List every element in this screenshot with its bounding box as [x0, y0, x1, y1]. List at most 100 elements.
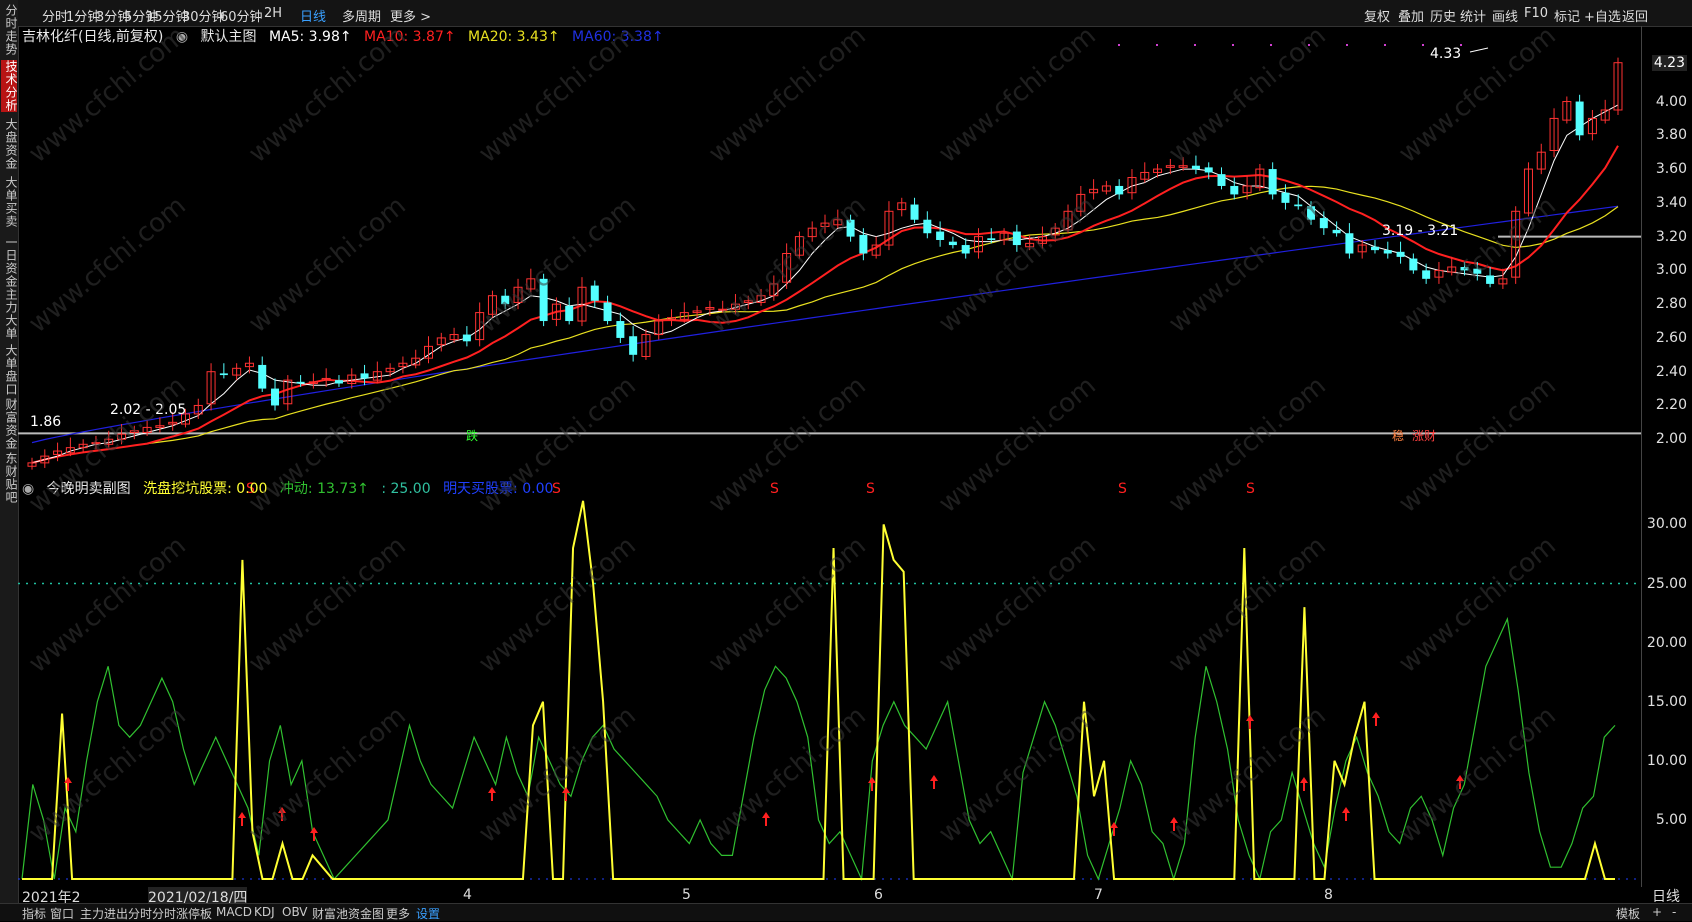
bottom-tab-0[interactable]: 指标: [22, 905, 46, 922]
candle-body: [616, 321, 625, 338]
period-0[interactable]: 分时: [42, 6, 68, 25]
candle-body: [1422, 270, 1431, 279]
ma20-value: MA20: 3.43↑: [468, 29, 560, 45]
chart-settings-icon[interactable]: ◉: [176, 29, 188, 45]
tool-1[interactable]: 叠加: [1398, 6, 1424, 25]
bottom-tab-4[interactable]: MACD: [216, 905, 252, 919]
buy-arrow: [1246, 715, 1254, 729]
bottom-right-2[interactable]: -: [1672, 905, 1676, 919]
xp-value: 洗盘挖坑股票: 0.00: [143, 481, 268, 497]
period-9[interactable]: 多周期: [342, 6, 381, 25]
signal-dot: [1384, 44, 1386, 46]
buy-arrow: [238, 812, 246, 826]
tool-3[interactable]: 统计: [1460, 6, 1486, 25]
buy-arrow: [1300, 777, 1308, 791]
left-tab-0[interactable]: 分时走势: [1, 4, 18, 56]
sub-title[interactable]: 今晚明卖副图: [47, 481, 131, 497]
x-label-5: 7: [1094, 887, 1103, 903]
bottom-tab-7[interactable]: 财富池资金图: [312, 905, 384, 922]
bottom-tab-1[interactable]: 窗口: [50, 905, 74, 922]
signal-dot: [1194, 44, 1196, 46]
tool-2[interactable]: 历史: [1430, 6, 1456, 25]
buy-arrow: [310, 827, 318, 841]
price-axis: 4.23 4.00 3.80 3.60 3.40 3.20 3.00 2.80 2.60 2.40…: [1641, 26, 1692, 887]
candle-body: [1332, 229, 1341, 234]
buy-arrow: [1170, 817, 1178, 831]
candle-body: [1486, 275, 1495, 284]
sell-marker: S: [866, 481, 875, 497]
period-7[interactable]: 2H: [264, 6, 282, 21]
tool-5[interactable]: F10: [1524, 6, 1548, 21]
impulse-line: [21, 616, 1616, 882]
indicator-chart[interactable]: SSSSSS: [18, 477, 1641, 887]
left-tab-8[interactable]: 东财贴吧: [1, 452, 18, 504]
x-label-3: 5: [682, 887, 691, 903]
bottom-tab-8[interactable]: 更多: [386, 905, 410, 922]
candle-body: [1191, 165, 1200, 170]
ma10-line: [31, 145, 1619, 464]
tool-8[interactable]: 返回: [1622, 6, 1648, 25]
tool-6[interactable]: 标记: [1554, 6, 1580, 25]
candle-body: [501, 295, 510, 305]
ma60-value: MA60: 3.38↑: [572, 29, 664, 45]
cd-value: 冲动: 13.73↑: [279, 481, 369, 497]
candle-body: [1204, 167, 1213, 173]
candle-body: [1115, 185, 1124, 195]
period-6[interactable]: 60分钟: [220, 6, 263, 25]
candle-body: [910, 204, 919, 220]
bottom-right-0[interactable]: 模板: [1616, 905, 1640, 922]
y-tick-main-4: 3.40: [1655, 194, 1687, 211]
signal-dot: [1308, 44, 1310, 46]
left-tab-6[interactable]: 大单盘口: [1, 344, 18, 396]
candle-body: [1319, 218, 1328, 229]
left-tab-4[interactable]: 一日资金: [1, 236, 18, 288]
period-8[interactable]: 日线: [300, 6, 326, 25]
indicator-tab-bar: 指标 窗口 主力进出分时 分时涨停板 MACD KDJ OBV 财富池资金图 更多 设置 模板 + -: [0, 903, 1692, 921]
bottom-tab-2[interactable]: 主力进出分时: [80, 905, 152, 922]
y-tick-main-6: 3.00: [1655, 262, 1687, 279]
candle-body: [1575, 101, 1584, 136]
candle-body: [961, 245, 970, 254]
y-tick-main-5: 3.20: [1655, 228, 1687, 245]
candle-body: [91, 442, 101, 445]
left-tab-3[interactable]: 大单买卖: [1, 176, 18, 228]
left-tab-1[interactable]: 技术分析: [1, 60, 18, 112]
left-tab-5[interactable]: 主力大单: [1, 288, 18, 340]
candle-body: [1268, 169, 1277, 195]
chart-name[interactable]: 默认主图: [201, 29, 257, 45]
sub-settings-icon[interactable]: ◉: [22, 481, 34, 497]
candle-body: [718, 308, 728, 311]
high-arrow: [1469, 47, 1489, 53]
tool-7[interactable]: +自选: [1584, 6, 1621, 25]
bottom-tab-5[interactable]: KDJ: [254, 905, 275, 919]
kline-chart[interactable]: 4.33 1.86 2.02 - 2.05 3.19 - 3.21 跌 稳涨财: [18, 26, 1641, 475]
candle-body: [1281, 192, 1290, 203]
candle-body: [936, 231, 945, 240]
y-tick-sub-5: 5.00: [1655, 811, 1687, 828]
bottom-tab-9[interactable]: 设置: [416, 905, 440, 922]
candle-body: [219, 373, 228, 376]
main-kline-panel[interactable]: 4.33 1.86 2.02 - 2.05 3.19 - 3.21 跌 稳涨财: [18, 26, 1641, 475]
bottom-tab-6[interactable]: OBV: [282, 905, 308, 919]
sub-indicator-panel[interactable]: SSSSSS: [18, 477, 1641, 887]
tool-0[interactable]: 复权: [1364, 6, 1390, 25]
bottom-right-1[interactable]: +: [1652, 905, 1662, 919]
marker-rise: 涨财: [1412, 428, 1436, 443]
signal-dot: [1346, 44, 1348, 46]
left-tab-7[interactable]: 财富资金: [1, 398, 18, 450]
left-tab-2[interactable]: 大盘资金: [1, 118, 18, 170]
candle-body: [987, 238, 996, 240]
candle-body: [258, 364, 267, 389]
period-10[interactable]: 更多 >: [390, 6, 431, 25]
y-tick-main-9: 2.40: [1655, 363, 1687, 380]
signal-dot: [1232, 44, 1234, 46]
candle-body: [360, 373, 369, 379]
mt-value: 明天买股票: 0.00: [443, 481, 554, 497]
bottom-tab-3[interactable]: 分时涨停板: [152, 905, 212, 922]
period-toolbar: 分时 1分钟 3分钟 5分钟 15分钟 30分钟 60分钟 2H 日线 多周期 更多 > 复权 叠加 历史…: [18, 0, 1692, 27]
candle-body: [334, 380, 343, 384]
tool-4[interactable]: 画线: [1492, 6, 1518, 25]
sub-legend: ◉ 今晚明卖副图 洗盘挖坑股票: 0.00 冲动: 13.73↑ : 25.00…: [22, 478, 561, 498]
candle-body: [1230, 185, 1239, 195]
period-5[interactable]: 30分钟: [182, 6, 225, 25]
